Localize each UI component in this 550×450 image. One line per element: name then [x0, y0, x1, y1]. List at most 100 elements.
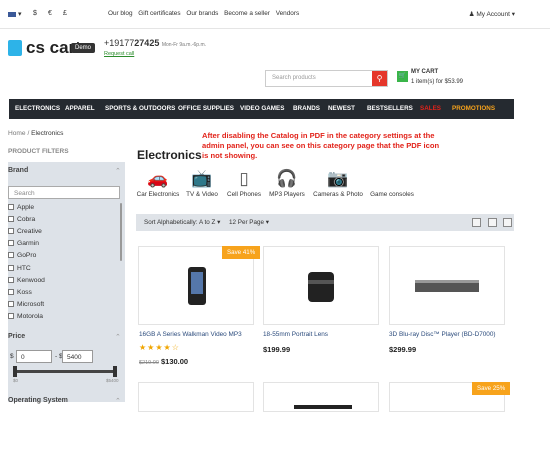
subcategory-tv-video[interactable]: 📺 TV & Video	[185, 169, 219, 198]
nav-sales[interactable]: SALES	[420, 105, 441, 112]
subcategory-car-electronics[interactable]: 🚗 Car Electronics	[135, 169, 181, 198]
checkbox[interactable]	[8, 252, 14, 258]
nav-promotions[interactable]: PROMOTIONS	[452, 105, 495, 112]
nav-office[interactable]: OFFICE SUPPLIES	[178, 105, 234, 112]
brand-option[interactable]: Garmin	[8, 240, 39, 247]
sort-dropdown[interactable]: Sort Alphabetically: A to Z ▾	[144, 219, 220, 226]
chevron-up-icon[interactable]: ⌃	[115, 333, 121, 341]
checkbox[interactable]	[8, 313, 14, 319]
lens-image	[308, 272, 334, 302]
compact-view-icon[interactable]	[503, 218, 512, 227]
phone-bold: 27425	[134, 38, 160, 48]
product-card[interactable]	[138, 382, 254, 412]
brand-option[interactable]: Cobra	[8, 216, 35, 223]
brand-option[interactable]: Apple	[8, 204, 34, 211]
checkbox[interactable]	[8, 204, 14, 210]
os-filter-title[interactable]: Operating System	[8, 397, 68, 404]
currency-usd[interactable]: $	[33, 10, 37, 17]
breadcrumb: Home / Electronics	[8, 130, 63, 137]
nav-brands[interactable]: BRANDS	[293, 105, 320, 112]
cart-title[interactable]: MY CART	[411, 69, 438, 75]
breadcrumb-home[interactable]: Home	[8, 130, 26, 137]
subcategory-cell-phones[interactable]: ▯ Cell Phones	[225, 169, 263, 198]
per-page-dropdown[interactable]: 12 Per Page ▾	[229, 219, 269, 226]
cart-icon[interactable]: 🛒	[397, 71, 408, 82]
price-from-currency: $	[10, 353, 14, 360]
currency-eur[interactable]: €	[48, 10, 52, 17]
brand-search-input[interactable]: Search	[8, 186, 120, 199]
nav-sports[interactable]: SPORTS & OUTDOORS	[105, 105, 175, 112]
search-button[interactable]: ⚲	[372, 71, 387, 86]
product-name[interactable]: 16GB A Series Walkman Video MP3	[139, 331, 242, 338]
brand-label: Koss	[17, 289, 32, 296]
tv-icon: 📺	[191, 169, 213, 188]
subcategory-cameras-photo[interactable]: 📷 Cameras & Photo	[311, 169, 365, 198]
chevron-up-icon[interactable]: ⌃	[115, 167, 121, 175]
price-slider-min-handle[interactable]	[13, 366, 17, 377]
phone-number: +1917727425 Mon-Fr 9a.m.-6p.m.	[104, 38, 206, 48]
brand-filter-title[interactable]: Brand	[8, 167, 28, 174]
link-seller[interactable]: Become a seller	[224, 10, 270, 17]
price-range-max: $5400	[106, 378, 119, 383]
checkbox[interactable]	[8, 301, 14, 307]
checkbox[interactable]	[8, 289, 14, 295]
checkbox[interactable]	[8, 265, 14, 271]
list-view-icon[interactable]	[488, 218, 497, 227]
old-price: $219.00	[139, 360, 159, 366]
price-slider-max-handle[interactable]	[113, 366, 117, 377]
my-account-menu[interactable]: ♟ My Account ▾	[469, 10, 515, 18]
request-call-link[interactable]: Request call	[104, 51, 134, 57]
brand-option[interactable]: Motorola	[8, 313, 43, 320]
brand-label: Microsoft	[17, 301, 45, 308]
search-icon: ⚲	[376, 74, 383, 83]
brand-option[interactable]: Koss	[8, 289, 32, 296]
brand-label: Cobra	[17, 216, 36, 223]
main-nav: ELECTRONICS APPAREL SPORTS & OUTDOORS OF…	[9, 99, 514, 119]
brand-option[interactable]: Microsoft	[8, 301, 44, 308]
nav-video-games[interactable]: VIDEO GAMES	[240, 105, 284, 112]
product-card[interactable]	[389, 246, 505, 325]
link-brands[interactable]: Our brands	[186, 10, 218, 17]
checkbox[interactable]	[8, 277, 14, 283]
logo-icon[interactable]	[8, 40, 22, 56]
checkbox[interactable]	[8, 228, 14, 234]
checkbox[interactable]	[8, 240, 14, 246]
link-blog[interactable]: Our blog	[108, 10, 133, 17]
search-input[interactable]: Search products	[265, 70, 388, 87]
link-vendors[interactable]: Vendors	[276, 10, 299, 17]
product-card[interactable]	[263, 382, 379, 412]
breadcrumb-current: Electronics	[31, 130, 64, 137]
nav-electronics[interactable]: ELECTRONICS	[15, 105, 60, 112]
price-slider-track[interactable]	[13, 370, 117, 373]
brand-option[interactable]: Creative	[8, 228, 42, 235]
price-filter-title[interactable]: Price	[8, 333, 25, 340]
current-price: $130.00	[160, 357, 189, 366]
cart-summary[interactable]: 1 item(s) for $53.99	[411, 79, 463, 85]
brand-option[interactable]: Kenwood	[8, 277, 45, 284]
price-from-input[interactable]: 0	[16, 350, 52, 363]
brand-label: Creative	[17, 228, 42, 235]
brand-list-scrollbar[interactable]	[120, 203, 122, 261]
demo-badge: Demo	[71, 43, 96, 53]
subcategory-game-consoles[interactable]: Game consoles	[369, 169, 415, 198]
nav-apparel[interactable]: APPAREL	[65, 105, 95, 112]
subcategory-mp3-players[interactable]: 🎧 MP3 Players	[267, 169, 307, 198]
product-name[interactable]: 18-55mm Portrait Lens	[263, 331, 328, 338]
product-name[interactable]: 3D Blu-ray Disc™ Player (BD-D7000)	[389, 331, 496, 338]
language-selector[interactable]: ▾	[8, 10, 21, 18]
currency-gbp[interactable]: £	[63, 10, 67, 17]
link-gift[interactable]: Gift certificates	[138, 10, 180, 17]
brand-option[interactable]: GoPro	[8, 252, 36, 259]
chevron-up-icon[interactable]: ⌃	[115, 397, 121, 405]
brand-option[interactable]: HTC	[8, 265, 31, 272]
checkbox[interactable]	[8, 216, 14, 222]
product-card[interactable]	[263, 246, 379, 325]
nav-newest[interactable]: NEWEST	[328, 105, 355, 112]
phone-prefix: +19177	[104, 38, 135, 48]
breadcrumb-separator: /	[27, 130, 30, 137]
nav-bestsellers[interactable]: BESTSELLERS	[367, 105, 413, 112]
grid-view-icon[interactable]	[472, 218, 481, 227]
user-icon: ♟	[468, 11, 475, 18]
working-hours: Mon-Fr 9a.m.-6p.m.	[161, 42, 207, 48]
price-to-input[interactable]: 5400	[62, 350, 93, 363]
